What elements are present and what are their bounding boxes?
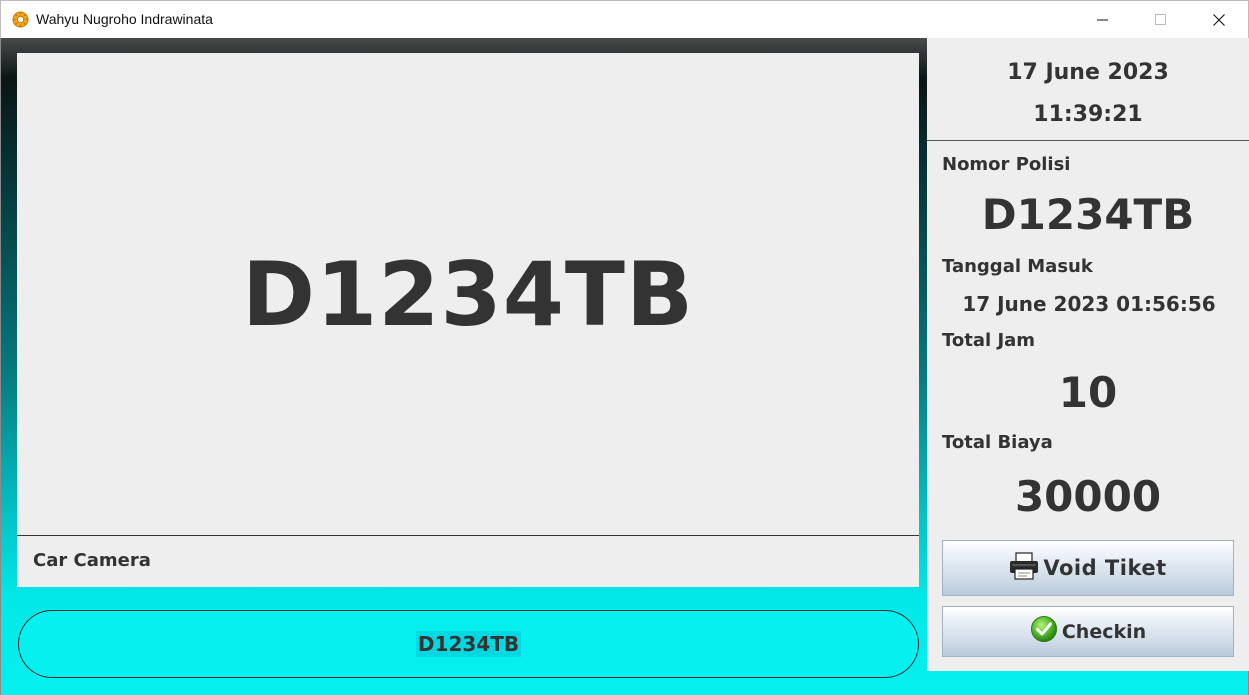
nomor-polisi-value: D1234TB (981, 190, 1195, 239)
app-gear-icon (12, 11, 29, 28)
main-content: D1234TB Car Camera D1234TB 17 June 2023 … (0, 38, 1249, 695)
info-divider (927, 140, 1249, 141)
maximize-button[interactable] (1132, 1, 1190, 39)
current-date: 17 June 2023 (1007, 60, 1169, 85)
close-button[interactable] (1190, 1, 1248, 39)
total-jam-label: Total Jam (942, 330, 1036, 351)
printer-icon (1009, 551, 1039, 585)
total-biaya-label: Total Biaya (942, 432, 1053, 453)
checkmark-icon (1030, 615, 1058, 648)
camera-plate-display: D1234TB (241, 242, 695, 346)
total-biaya-value: 30000 (1014, 472, 1162, 521)
checkin-button[interactable]: Checkin (942, 606, 1234, 657)
camera-label: Car Camera (33, 550, 151, 571)
ticket-info-panel: 17 June 2023 11:39:21 Nomor Polisi D1234… (927, 38, 1249, 671)
plate-input-value: D1234TB (415, 631, 522, 657)
checkin-label: Checkin (1061, 620, 1147, 643)
total-jam-value: 10 (1058, 368, 1118, 417)
minimize-button[interactable] (1074, 1, 1132, 39)
maximize-icon (1155, 11, 1167, 30)
title-bar: Wahyu Nugroho Indrawinata (0, 0, 1249, 39)
minimize-icon (1097, 11, 1109, 30)
nomor-polisi-label: Nomor Polisi (942, 154, 1071, 175)
camera-divider (17, 535, 919, 536)
tanggal-masuk-value: 17 June 2023 01:56:56 (962, 292, 1216, 316)
plate-input-field[interactable]: D1234TB (18, 610, 919, 678)
car-camera-panel: D1234TB Car Camera (17, 53, 919, 587)
void-ticket-button[interactable]: Void Tiket (942, 540, 1234, 596)
current-time: 11:39:21 (1033, 102, 1143, 127)
close-icon (1213, 11, 1225, 30)
window-title: Wahyu Nugroho Indrawinata (36, 11, 213, 27)
void-ticket-label: Void Tiket (1043, 556, 1167, 580)
tanggal-masuk-label: Tanggal Masuk (942, 256, 1093, 277)
